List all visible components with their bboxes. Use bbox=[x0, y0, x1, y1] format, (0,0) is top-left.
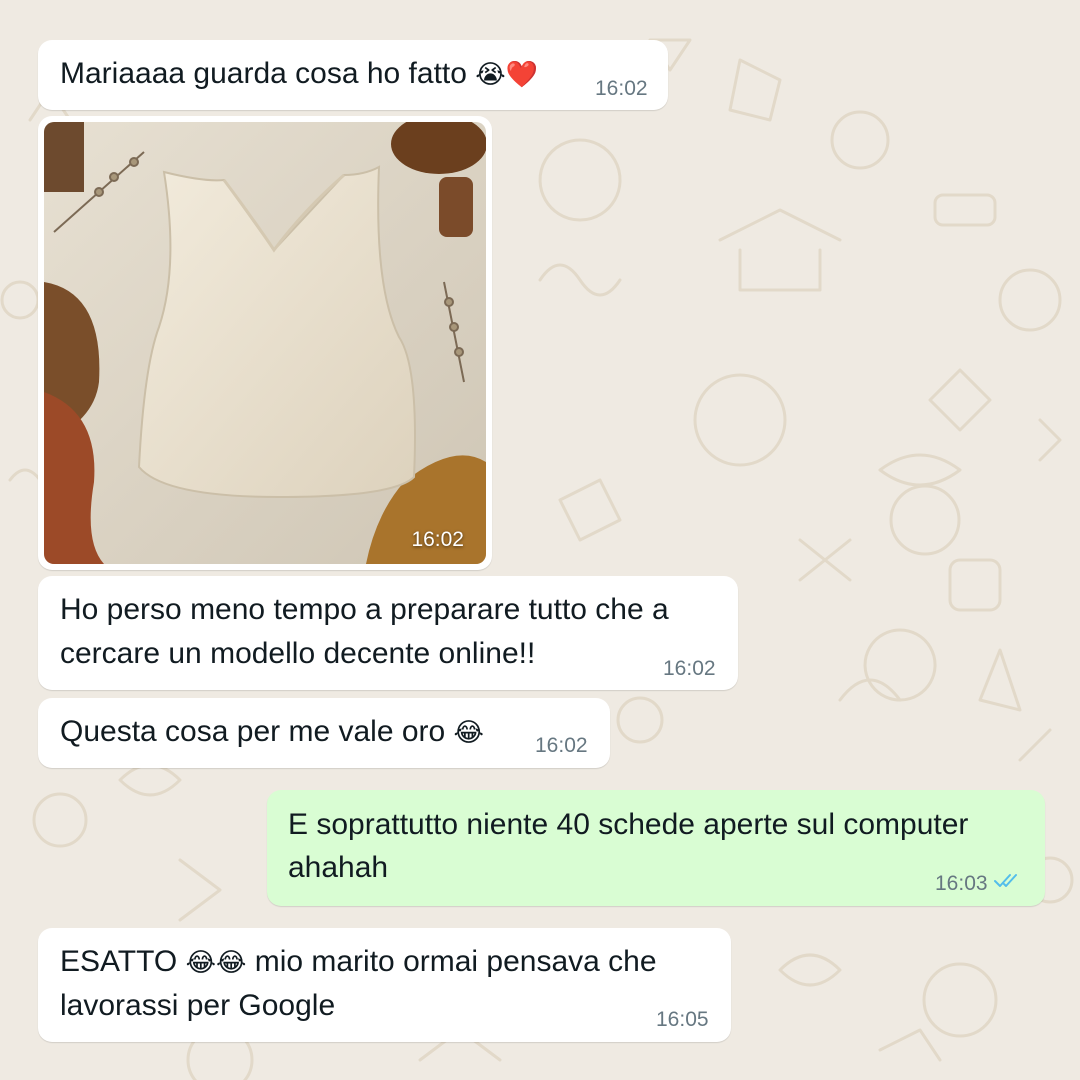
message-timestamp: 16:02 bbox=[595, 77, 648, 100]
message-text-line: Ho perso meno tempo a preparare tutto ch… bbox=[60, 593, 669, 626]
chat-area: Mariaaaa guarda cosa ho fatto 😭❤️ 16:02 bbox=[0, 0, 1080, 1080]
photo-timestamp: 16:02 bbox=[411, 528, 464, 551]
message-bubble-incoming[interactable]: Questa cosa per me vale oro 😂 16:02 bbox=[38, 698, 610, 768]
double-check-icon bbox=[994, 874, 1017, 887]
message-text-line: lavorassi per Google bbox=[60, 989, 336, 1022]
message-bubble-incoming[interactable]: Mariaaaa guarda cosa ho fatto 😭❤️ 16:02 bbox=[38, 40, 668, 110]
message-text: Mariaaaa guarda cosa ho fatto 😭❤️ bbox=[60, 57, 539, 90]
message-text-line: cercare un modello decente online!! bbox=[60, 637, 536, 670]
message-timestamp: 16:05 bbox=[656, 1008, 709, 1031]
message-text-line: ahahah bbox=[288, 851, 389, 884]
message-timestamp: 16:02 bbox=[663, 657, 716, 680]
message-text-line: ESATTO 😂😂 mio marito ormai pensava che bbox=[60, 945, 657, 978]
laughing-emoji: 😂😂 bbox=[185, 948, 247, 978]
message-bubble-incoming[interactable]: ESATTO 😂😂 mio marito ormai pensava che l… bbox=[38, 928, 731, 1042]
message-text: Questa cosa per me vale oro 😂 bbox=[60, 715, 484, 748]
message-text-line: E soprattutto niente 40 schede aperte su… bbox=[288, 808, 969, 841]
shirt-photo-image bbox=[44, 122, 486, 564]
message-timestamp: 16:03 bbox=[935, 872, 988, 895]
crying-heart-emoji: 😭❤️ bbox=[475, 60, 539, 90]
message-bubble-outgoing[interactable]: E soprattutto niente 40 schede aperte su… bbox=[267, 790, 1045, 906]
message-bubble-incoming[interactable]: Ho perso meno tempo a preparare tutto ch… bbox=[38, 576, 738, 690]
message-timestamp: 16:02 bbox=[535, 734, 588, 757]
shared-photo[interactable]: 16:02 bbox=[44, 122, 486, 564]
laughing-emoji: 😂 bbox=[453, 718, 484, 748]
